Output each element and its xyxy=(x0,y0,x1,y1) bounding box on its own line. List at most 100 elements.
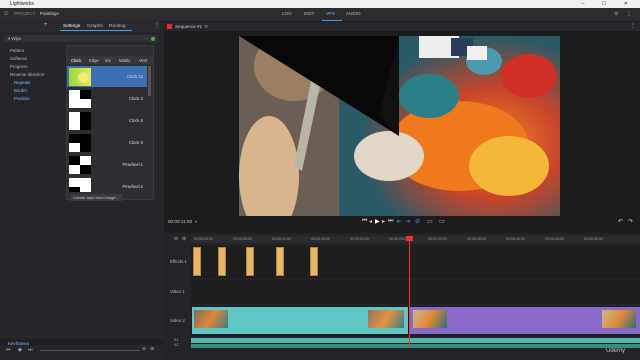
playhead[interactable] xyxy=(409,236,410,348)
mode-log[interactable]: LOG xyxy=(282,11,292,16)
ruler-tick: 00:00:10:00 xyxy=(272,237,291,241)
back-icon[interactable]: ⎋ xyxy=(4,11,8,17)
menu-icon[interactable]: ⋮ xyxy=(626,10,632,17)
project-name[interactable]: Painting xyxy=(40,11,57,16)
track-effects[interactable] xyxy=(191,245,640,278)
window-controls[interactable]: ─ ☐ ✕ xyxy=(581,0,636,8)
tab-routing[interactable]: Routing xyxy=(109,24,126,29)
audio-track-1[interactable] xyxy=(191,338,640,343)
keyframe-track[interactable] xyxy=(40,350,140,351)
prop-progress: Progress xyxy=(10,64,28,69)
preset-label: Clock 9 xyxy=(129,140,143,145)
effect-clip[interactable] xyxy=(276,247,284,276)
preset-thumbnail xyxy=(69,68,91,86)
panel-menu-icon[interactable]: ⋮ xyxy=(154,22,160,29)
mode-audio[interactable]: AUDIO xyxy=(346,11,361,16)
clip-thumbnail xyxy=(194,310,228,328)
effect-clip[interactable] xyxy=(310,247,318,276)
udemy-watermark: Udemy xyxy=(606,348,626,354)
effect-clip[interactable] xyxy=(246,247,254,276)
tab-clock[interactable]: Clock xyxy=(71,58,81,63)
sequence-title[interactable]: Sequence #1 xyxy=(175,24,202,29)
preset-item[interactable]: Pinwheel 2 xyxy=(67,176,147,192)
effect-clip[interactable] xyxy=(193,247,201,276)
preset-label: Clock 3 xyxy=(129,96,143,101)
audio-track-2[interactable] xyxy=(191,344,640,348)
viewer-header: Sequence #1 ⟲ ⋮ xyxy=(164,22,640,31)
zoom-in-icon[interactable]: ⊕ xyxy=(182,236,186,242)
effect-header[interactable]: ▾ Wipe ⋯ xyxy=(4,35,158,42)
overwrite-icon[interactable]: ▭ xyxy=(439,218,445,225)
play-icon[interactable]: ▶ xyxy=(375,218,380,225)
go-to-start-icon[interactable]: ⏮ xyxy=(362,218,367,225)
video-clip-purple[interactable] xyxy=(409,307,640,334)
tab-vest[interactable]: Vest xyxy=(139,58,147,63)
ruler-tick: 00:00:30:00 xyxy=(428,237,447,241)
ruler-tick: 00:00:00:00 xyxy=(194,237,213,241)
track-label-video1: Video 1 xyxy=(170,289,185,294)
clear-marks-icon[interactable]: ⊘ xyxy=(415,218,420,225)
zoom-out-icon[interactable]: ⊖ xyxy=(142,346,146,352)
preset-item[interactable]: Clock 9 xyxy=(67,132,147,153)
app-title: Lightworks xyxy=(10,1,34,7)
prop-reverse: Reverse direction xyxy=(10,72,45,77)
viewer-menu-icon[interactable]: ⋮ xyxy=(630,22,636,29)
ruler-tick: 00:00:05:00 xyxy=(233,237,252,241)
video-clip-teal[interactable] xyxy=(192,307,408,334)
preset-item[interactable]: Clock 12 xyxy=(67,66,147,87)
prop-position[interactable]: Position xyxy=(14,96,30,101)
effect-enabled-icon[interactable] xyxy=(151,36,155,41)
painting-image xyxy=(239,36,560,216)
add-effect-button[interactable]: + xyxy=(44,22,48,28)
effect-options-icon[interactable]: ⋯ xyxy=(144,35,148,42)
go-to-end-icon[interactable]: ⏭ xyxy=(388,218,393,225)
zoom-out-icon[interactable]: ⊖ xyxy=(174,236,178,242)
chevron-down-icon[interactable]: ▾ xyxy=(195,219,197,224)
tab-iris[interactable]: Iris xyxy=(105,58,111,63)
tab-matrix[interactable]: Matrix xyxy=(119,58,130,63)
link-icon[interactable]: ⟲ xyxy=(204,24,208,30)
prop-pattern: Pattern xyxy=(10,48,25,53)
tab-graphs[interactable]: Graphs xyxy=(87,24,103,29)
preset-item[interactable]: Clock 6 xyxy=(67,110,147,131)
preset-thumbnail xyxy=(69,90,91,108)
record-icon xyxy=(167,24,172,29)
tab-edge[interactable]: Edge xyxy=(89,58,99,63)
next-keyframe-icon[interactable]: ⏭ xyxy=(28,347,33,353)
add-keyframe-icon[interactable]: ◆ xyxy=(18,347,22,353)
clip-thumbnail xyxy=(413,310,447,328)
ruler-tick: 00:00:50:00 xyxy=(584,237,603,241)
undo-icon[interactable]: ↶ xyxy=(618,218,623,225)
preset-label: Clock 12 xyxy=(126,74,143,79)
redo-icon[interactable]: ↷ xyxy=(628,218,633,225)
prop-repeats[interactable]: Repeats xyxy=(14,80,30,85)
insert-icon[interactable]: ▭ xyxy=(427,218,433,225)
step-back-icon[interactable]: ◂ xyxy=(369,218,372,225)
prop-softness: Softness xyxy=(10,56,28,61)
prev-keyframe-icon[interactable]: ⏮ xyxy=(6,347,11,353)
track-video-1[interactable] xyxy=(191,280,640,304)
track-label-effects: Effects 1 xyxy=(170,259,188,264)
viewer-timecode[interactable]: 00:00:11:03 xyxy=(168,219,192,224)
prop-border[interactable]: Border xyxy=(14,88,27,93)
ruler-tick: 00:00:15:00 xyxy=(311,237,330,241)
effect-clip[interactable] xyxy=(218,247,226,276)
zoom-in-icon[interactable]: ⊕ xyxy=(150,346,154,352)
keyframe-bar: ⏮ ◆ ⏭ ⊖ ⊕ xyxy=(0,345,164,360)
timeline-ruler[interactable]: 00:00:00:00 00:00:05:00 00:00:10:00 00:0… xyxy=(191,236,640,243)
chevron-down-icon[interactable]: ▾ xyxy=(57,11,59,16)
create-wipe-button[interactable]: Create wipe from image... xyxy=(70,194,122,201)
mode-edit[interactable]: EDIT xyxy=(304,11,314,16)
mark-out-icon[interactable]: ⇥ xyxy=(405,218,410,225)
step-forward-icon[interactable]: ▸ xyxy=(382,218,385,225)
settings-icon[interactable]: ⚙ xyxy=(614,11,618,17)
preset-scrollbar[interactable] xyxy=(148,66,151,96)
preset-label: Pinwheel 2 xyxy=(122,184,144,189)
preset-item[interactable]: Pinwheel 1 xyxy=(67,154,147,175)
mode-vfx[interactable]: VFX xyxy=(326,11,335,16)
tab-settings[interactable]: Settings xyxy=(63,24,80,29)
ruler-tick: 00:00:35:00 xyxy=(467,237,486,241)
mark-in-icon[interactable]: ⇤ xyxy=(397,218,402,225)
preset-item[interactable]: Clock 3 xyxy=(67,88,147,109)
window-title-bar: Lightworks ─ ☐ ✕ xyxy=(0,0,640,8)
